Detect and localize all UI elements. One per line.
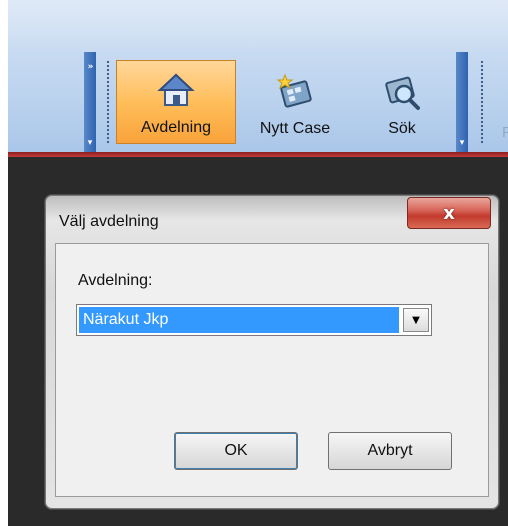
department-combobox[interactable]: Närakut Jkp ▼ xyxy=(76,304,432,336)
toolbar-overflow-grip[interactable]: » ▾ xyxy=(84,52,96,152)
select-department-dialog: Välj avdelning x Avdelning: Närakut Jkp … xyxy=(44,194,500,510)
close-icon: x xyxy=(443,202,455,224)
search-icon xyxy=(385,76,420,110)
chevron-down-icon[interactable]: ▼ xyxy=(403,308,429,332)
toolbar-drag-handle-right[interactable] xyxy=(480,60,484,144)
truncated-toolbar-label: F xyxy=(502,124,508,141)
title-strip xyxy=(8,0,508,52)
avdelning-label: Avdelning xyxy=(141,119,211,136)
sok-label: Sök xyxy=(388,120,416,137)
avdelning-field-label: Avdelning: xyxy=(78,272,153,289)
dialog-title: Välj avdelning xyxy=(59,213,159,230)
nytt-case-label: Nytt Case xyxy=(259,120,331,137)
new-case-icon xyxy=(276,73,312,108)
dialog-body: Avdelning: Närakut Jkp ▼ OK Avbryt xyxy=(55,243,489,497)
app-window: » ▾ Avdelning Nytt Case Sök ▾ F Välj avd… xyxy=(8,0,508,526)
chevron-down-icon: ▾ xyxy=(459,138,465,148)
house-icon xyxy=(157,73,195,106)
toolbar-divider xyxy=(8,152,508,157)
avdelning-button[interactable]: Avdelning xyxy=(116,60,236,144)
toolbar-overflow-grip-right[interactable]: ▾ xyxy=(456,52,468,152)
close-button[interactable]: x xyxy=(407,197,491,229)
cancel-button[interactable]: Avbryt xyxy=(328,432,452,470)
department-selected-value[interactable]: Närakut Jkp xyxy=(79,307,399,333)
chevron-down-icon: ▾ xyxy=(87,138,93,148)
nytt-case-button[interactable]: Nytt Case xyxy=(240,60,350,144)
toolbar-drag-handle[interactable] xyxy=(106,60,110,144)
sok-button[interactable]: Sök xyxy=(364,60,440,144)
overflow-chevron-icon: » xyxy=(87,62,94,72)
ok-button[interactable]: OK xyxy=(174,432,298,470)
